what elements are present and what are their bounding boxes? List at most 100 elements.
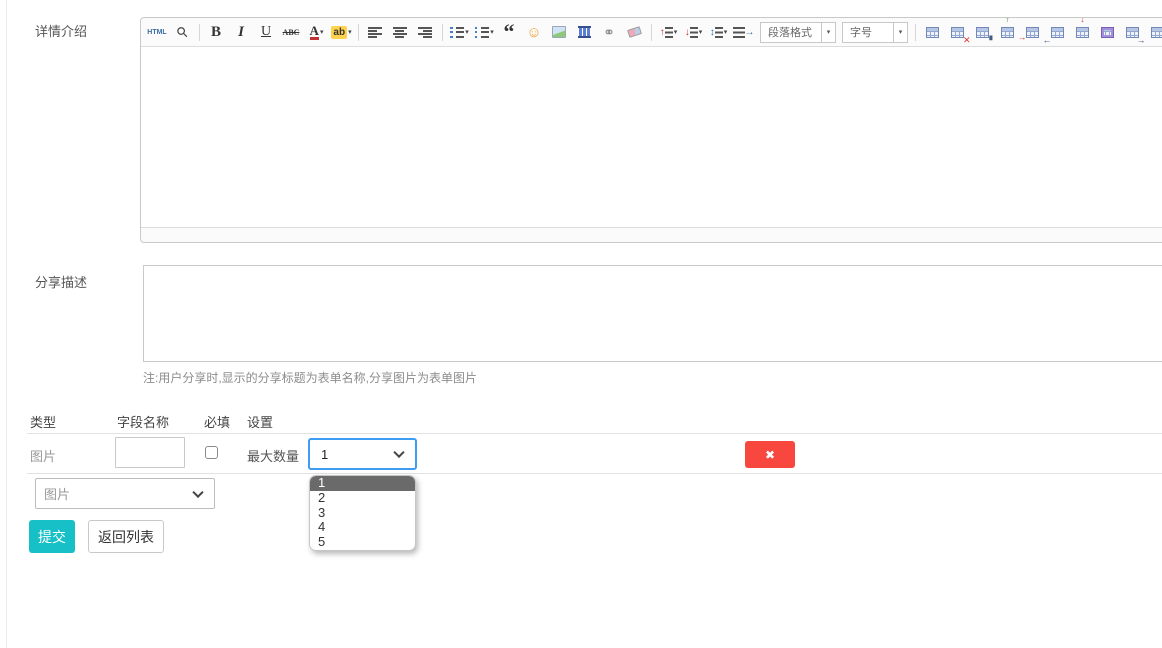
preview-icon[interactable]: ⚲ — [172, 20, 194, 44]
icon-glyph: “ — [504, 19, 515, 45]
dropdown-option[interactable]: 4 — [310, 520, 415, 535]
table-grid-glyph — [926, 27, 939, 38]
chevron-down-icon: ▾ — [893, 23, 907, 42]
image-icon[interactable] — [549, 20, 571, 44]
editor-content-area[interactable] — [141, 47, 1162, 227]
editor-statusbar[interactable] — [141, 227, 1162, 242]
indent-icon[interactable]: → — [733, 20, 756, 44]
delete-field-button[interactable]: ✖ — [745, 441, 795, 468]
underline-icon[interactable]: U — [256, 20, 278, 44]
share-desc-textarea[interactable] — [143, 265, 1162, 362]
strikethrough-icon[interactable]: ABC — [281, 20, 303, 44]
dropdown-option[interactable]: 2 — [310, 491, 415, 506]
icon-glyph: ☺ — [526, 24, 541, 41]
icon-glyph — [665, 27, 673, 38]
panel-left-border — [6, 0, 7, 648]
font-color-icon[interactable]: A ▾ — [306, 20, 328, 44]
icon-glyph: ⚭ — [603, 24, 615, 41]
submit-button[interactable]: 提交 — [29, 520, 75, 553]
dropdown-option[interactable]: 1 — [310, 476, 415, 491]
icon-overlay: ↓ — [1080, 18, 1085, 24]
align-center-icon[interactable] — [390, 20, 412, 44]
share-note: 注:用户分享时,显示的分享标题为表单名称,分享图片为表单图片 — [143, 369, 477, 386]
table-grid-glyph — [1026, 27, 1039, 38]
icon-overlay: → — [1018, 33, 1027, 42]
toolbar-separator — [651, 24, 652, 41]
icon-glyph — [715, 27, 723, 38]
align-left-icon[interactable] — [365, 20, 387, 44]
unordered-list-icon[interactable]: ▾ — [474, 20, 496, 44]
icon-glyph — [552, 26, 566, 38]
highlight-color-icon[interactable]: ab ▾ — [331, 20, 353, 44]
insert-row-below-icon[interactable]: ↓ — [1147, 20, 1162, 44]
cell-props-icon[interactable] — [1097, 20, 1119, 44]
max-count-select[interactable]: 1 — [308, 438, 417, 470]
chevron-down-icon: ▾ — [490, 28, 494, 36]
icon-glyph: ab — [331, 26, 347, 39]
line-height-icon[interactable]: ↕ ▾ — [708, 20, 730, 44]
icon-glyph — [578, 26, 591, 38]
col-header-required: 必填 — [204, 412, 230, 431]
chevron-down-icon: ▾ — [821, 23, 835, 42]
toolbar-group-main: HTML ⚲ B — [145, 20, 757, 44]
icon-glyph — [733, 27, 745, 38]
html-source-icon[interactable]: HTML — [147, 20, 169, 44]
max-count-label: 最大数量 — [247, 446, 299, 465]
table-grid-glyph — [1101, 27, 1114, 38]
toolbar-separator — [442, 24, 443, 41]
back-to-list-button[interactable]: 返回列表 — [88, 520, 164, 553]
share-desc-label: 分享描述 — [35, 272, 87, 291]
add-field-type-value: 图片 — [44, 484, 70, 503]
col-header-field-name: 字段名称 — [117, 412, 169, 431]
align-right-icon[interactable] — [415, 20, 437, 44]
link-icon[interactable]: ⚭ — [599, 20, 621, 44]
field-row-type: 图片 — [30, 446, 56, 465]
insert-row-above-icon[interactable]: ↑ — [997, 20, 1019, 44]
add-field-type-select[interactable]: 图片 — [35, 478, 215, 509]
toolbar-separator — [915, 24, 916, 41]
dropdown-option[interactable]: 5 — [310, 535, 415, 550]
dropdown-option[interactable]: 3 — [310, 506, 415, 521]
paragraph-format-value: 段落格式 — [761, 23, 821, 42]
margin-top-icon[interactable]: ↑ ▾ — [658, 20, 680, 44]
italic-icon[interactable]: I — [231, 20, 253, 44]
toolbar-separator — [199, 24, 200, 41]
delete-row-icon[interactable]: → — [1022, 20, 1044, 44]
table-props-icon[interactable]: ▘ — [972, 20, 994, 44]
blockquote-icon[interactable]: “ — [499, 20, 521, 44]
icon-glyph — [690, 27, 698, 38]
chevron-down-icon — [192, 486, 203, 497]
emoticons-icon[interactable]: ☺ — [524, 20, 546, 44]
icon-glyph: I — [238, 24, 244, 41]
bold-icon[interactable]: B — [206, 20, 228, 44]
table-grid-glyph — [1076, 27, 1089, 38]
chevron-down-icon: ▾ — [674, 28, 678, 36]
chevron-down-icon: ▾ — [320, 28, 324, 36]
chevron-down-icon: ▾ — [465, 28, 469, 36]
chevron-down-icon — [393, 447, 404, 458]
insert-col-left-icon[interactable]: ← — [1047, 20, 1069, 44]
icon-overlay: ↑ — [1005, 18, 1010, 24]
rich-text-editor: HTML ⚲ B — [140, 17, 1162, 243]
ordered-list-icon[interactable]: ▾ — [449, 20, 471, 44]
insert-table-icon[interactable] — [922, 20, 944, 44]
media-icon[interactable] — [574, 20, 596, 44]
margin-bottom-icon[interactable]: ↓ ▾ — [683, 20, 705, 44]
icon-glyph — [450, 27, 464, 38]
toolbar-group-table: ✕ ▘ ↑ → ← ↓ — [920, 20, 1162, 44]
icon-glyph — [475, 27, 489, 38]
required-checkbox[interactable] — [205, 446, 218, 459]
icon-overlay: ← — [1043, 36, 1052, 45]
delete-col-icon[interactable]: ↓ — [1072, 20, 1094, 44]
table-grid-glyph — [976, 27, 989, 38]
insert-col-right-icon[interactable]: → — [1122, 20, 1144, 44]
delete-table-icon[interactable]: ✕ — [947, 20, 969, 44]
font-size-select[interactable]: 字号 ▾ — [842, 22, 908, 43]
icon-overlay: → — [1137, 36, 1146, 45]
remove-format-icon[interactable] — [624, 20, 646, 44]
paragraph-format-select[interactable]: 段落格式 ▾ — [760, 22, 836, 43]
max-count-dropdown: 12345 — [309, 475, 416, 551]
field-name-input[interactable] — [115, 437, 185, 468]
icon-overlay: → — [745, 28, 755, 37]
icon-overlay: ✕ — [963, 36, 971, 45]
